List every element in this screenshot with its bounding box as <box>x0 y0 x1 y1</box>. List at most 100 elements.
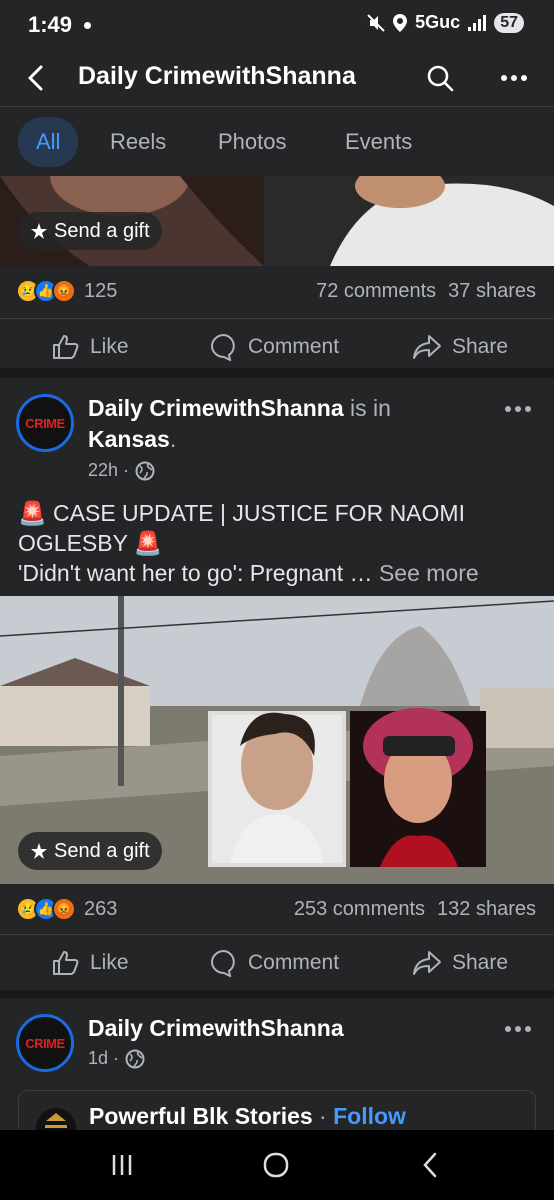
page-avatar[interactable]: CRIME <box>16 1014 74 1072</box>
system-nav-bar <box>0 1130 554 1200</box>
location-icon <box>393 13 408 32</box>
post-card: Send a gift 😢 👍 😡 125 72 comments 37 sha… <box>0 176 554 368</box>
gift-icon <box>31 223 47 239</box>
share-count[interactable]: 132 shares <box>437 898 536 921</box>
post-header-text: Daily CrimewithShanna is in Kansas. <box>88 393 391 455</box>
tab-reels[interactable]: Reels <box>92 117 184 167</box>
signal-icon <box>468 14 487 31</box>
see-more-link[interactable]: See more <box>379 560 479 586</box>
globe-icon <box>135 461 155 480</box>
more-icon <box>501 75 527 81</box>
network-label: 5Guc <box>415 12 461 32</box>
post-more-button[interactable] <box>498 394 538 424</box>
angry-reaction-icon: 😡 <box>52 279 76 303</box>
recent-apps-icon <box>112 1155 132 1175</box>
page-header: Daily CrimewithShanna <box>0 50 554 106</box>
system-back-button[interactable] <box>400 1140 460 1190</box>
battery-level: 57 <box>494 12 524 33</box>
share-button[interactable]: Share <box>412 935 508 991</box>
post-body: 'Didn't want her to go': Pregnant … <box>18 560 373 586</box>
back-button[interactable] <box>16 58 56 98</box>
page-avatar[interactable]: CRIME <box>16 394 74 452</box>
status-icons: 5Guc 57 <box>367 12 524 33</box>
post-photo[interactable]: Send a gift <box>0 176 554 266</box>
comment-icon <box>211 949 235 977</box>
recent-apps-button[interactable] <box>92 1140 152 1190</box>
post-card: CRIME Daily CrimewithShanna is in Kansas… <box>0 378 554 990</box>
post-text: 🚨 CASE UPDATE | JUSTICE FOR NAOMI OGLESB… <box>18 498 538 588</box>
send-gift-label: Send a gift <box>54 219 150 242</box>
siren-icon: 🚨 <box>133 530 163 556</box>
comment-button[interactable]: Comment <box>210 319 339 375</box>
send-gift-button[interactable]: Send a gift <box>18 832 162 870</box>
tab-events[interactable]: Events <box>327 117 430 167</box>
post-meta: 1d · <box>88 1048 145 1069</box>
reaction-summary[interactable]: 😢 👍 😡 125 <box>16 276 117 306</box>
author-name[interactable]: Daily CrimewithShanna <box>88 1013 344 1044</box>
shared-page-header: Powerful Blk Stories · Follow <box>89 1103 406 1130</box>
post-stats: 72 comments 37 shares <box>316 280 536 303</box>
more-icon <box>505 1026 531 1032</box>
reaction-count: 263 <box>84 897 118 920</box>
like-label: Like <box>90 335 129 358</box>
like-label: Like <box>90 951 129 974</box>
share-icon <box>413 951 441 975</box>
back-icon <box>423 1152 437 1178</box>
post-photo[interactable]: Send a gift <box>0 596 554 884</box>
follow-button[interactable]: Follow <box>333 1103 406 1129</box>
share-count[interactable]: 37 shares <box>448 280 536 303</box>
post-time[interactable]: 22h · <box>88 460 129 481</box>
home-button[interactable] <box>246 1140 306 1190</box>
back-arrow-icon <box>28 65 43 91</box>
avatar-text: CRIME <box>25 1035 65 1051</box>
reaction-summary[interactable]: 😢 👍 😡 263 <box>16 894 117 924</box>
share-icon <box>413 335 441 359</box>
author-name[interactable]: Daily CrimewithShanna <box>88 395 344 421</box>
action-row: Like Comment Share <box>0 318 554 374</box>
share-button[interactable]: Share <box>412 319 508 375</box>
tab-all[interactable]: All <box>18 117 79 167</box>
mute-icon <box>367 13 385 32</box>
comment-label: Comment <box>248 951 340 974</box>
location-name[interactable]: Kansas <box>88 426 170 452</box>
like-icon <box>53 335 79 359</box>
globe-icon <box>125 1049 145 1068</box>
more-options-button[interactable] <box>494 58 534 98</box>
share-label: Share <box>452 335 509 358</box>
shared-page-name[interactable]: Powerful Blk Stories <box>89 1103 313 1129</box>
send-gift-button[interactable]: Send a gift <box>18 212 162 250</box>
comment-count[interactable]: 72 comments <box>316 280 436 303</box>
share-label: Share <box>452 951 509 974</box>
siren-icon: 🚨 <box>18 500 47 526</box>
post-card: CRIME Daily CrimewithShanna 1d · Powerfu… <box>0 998 554 1170</box>
status-bar: 1:49 5Guc 57 <box>0 0 554 50</box>
like-button[interactable]: Like <box>52 935 129 991</box>
status-time: 1:49 <box>28 12 73 37</box>
post-more-button[interactable] <box>498 1014 538 1044</box>
send-gift-label: Send a gift <box>54 839 150 862</box>
post-stats: 253 comments 132 shares <box>294 898 536 921</box>
post-headline: CASE UPDATE | JUSTICE FOR NAOMI OGLESBY <box>18 500 465 556</box>
like-icon <box>53 951 79 975</box>
tab-bar: All Reels Photos Events <box>0 106 554 176</box>
action-row: Like Comment Share <box>0 934 554 990</box>
page-title: Daily CrimewithShanna <box>78 62 356 90</box>
location-suffix: . <box>169 426 177 452</box>
gift-icon <box>31 843 47 859</box>
comment-button[interactable]: Comment <box>210 935 339 991</box>
is-in-text: is in <box>350 395 391 421</box>
angry-reaction-icon: 😡 <box>52 897 76 921</box>
comment-icon <box>211 333 235 361</box>
comment-count[interactable]: 253 comments <box>294 898 425 921</box>
avatar-text: CRIME <box>25 415 65 431</box>
tab-photos[interactable]: Photos <box>200 117 305 167</box>
post-meta: 22h · <box>88 460 155 481</box>
post-time[interactable]: 1d · <box>88 1048 119 1069</box>
more-icon <box>505 406 531 412</box>
comment-label: Comment <box>248 335 340 358</box>
search-button[interactable] <box>420 58 460 98</box>
separator: · <box>312 1103 334 1129</box>
like-button[interactable]: Like <box>52 319 129 375</box>
search-icon <box>427 65 454 92</box>
notification-dot <box>84 22 91 29</box>
